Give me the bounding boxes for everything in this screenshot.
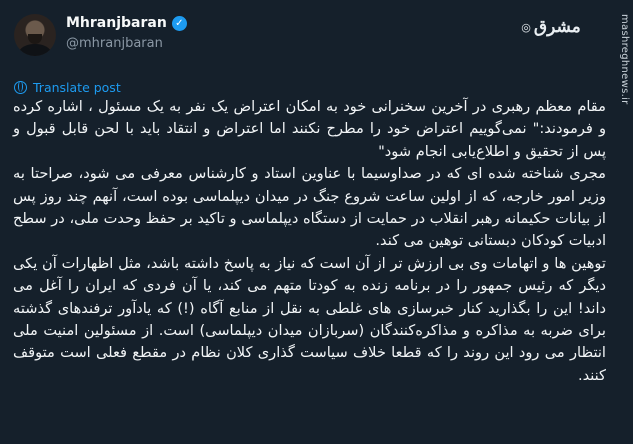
logo-mark-icon: ◎ [521,20,531,34]
site-logo: ◎ مشرق [521,12,580,42]
translate-label: Translate post [33,80,121,95]
author-display-name[interactable]: Mhranjbaran [66,15,167,31]
avatar-beard [28,34,42,44]
watermark: mashreghnews.ir [619,14,630,105]
avatar-shoulders [19,44,51,56]
tweet-paragraph: توهین ها و اتهامات وی بی ارزش تر از آن ا… [13,254,606,384]
author-handle[interactable]: @mhranjbaran [66,36,163,51]
tweet-paragraph: مقام معظم رهبری در آخرین سخنرانی خود به … [13,98,606,160]
tweet-text: مقام معظم رهبری در آخرین سخنرانی خود به … [13,96,606,387]
tweet-paragraph: مجری شناخته شده ای که در صداوسیما با عنا… [13,165,606,250]
avatar[interactable] [14,14,56,56]
site-logo-text: مشرق [533,17,581,37]
verified-badge-icon: ✓ [171,15,187,31]
author-name-row: Mhranjbaran ✓ [66,15,187,31]
globe-icon [14,81,27,94]
translate-post-link[interactable]: Translate post [14,80,121,95]
